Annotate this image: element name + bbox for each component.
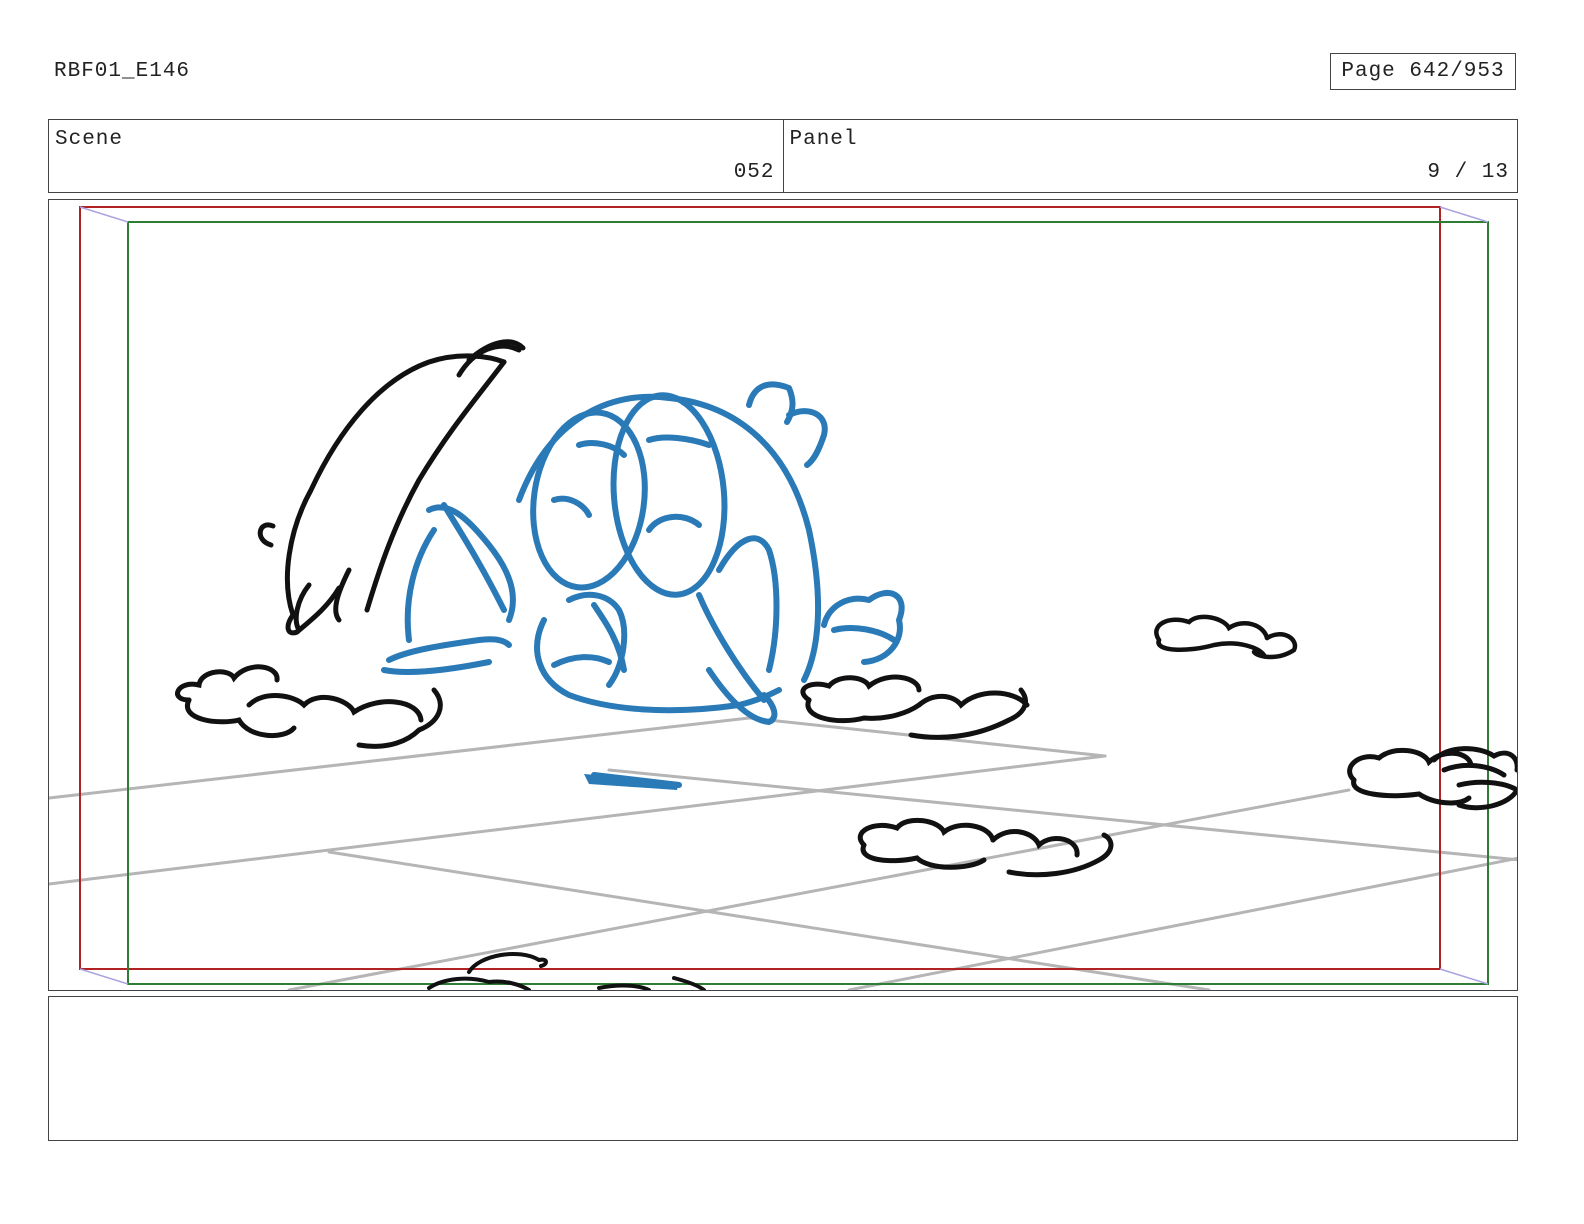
perspective-grid <box>49 716 1517 990</box>
dust-cloud <box>1347 746 1517 811</box>
panel-label: Panel <box>789 128 858 151</box>
scene-number: 052 <box>733 161 775 184</box>
camera-move-arrows <box>79 206 1489 985</box>
storyboard-panel <box>48 199 1518 991</box>
dust-cloud <box>1154 614 1298 660</box>
panel-number: 9 / 13 <box>1427 161 1509 184</box>
page-indicator: Page 642/953 <box>1330 53 1516 90</box>
panel-drawing <box>49 206 1517 990</box>
scene-cell: Scene 052 <box>49 120 783 192</box>
dust-cloud <box>857 817 1114 878</box>
document-id: RBF01_E146 <box>54 60 191 83</box>
panel-cell: Panel 9 / 13 <box>782 120 1518 192</box>
action-frame <box>127 221 1489 985</box>
flying-creature-sketch <box>257 339 526 636</box>
scene-panel-info: Scene 052 Panel 9 / 13 <box>48 119 1518 193</box>
panel-notes-box[interactable] <box>48 996 1518 1141</box>
dust-cloud <box>175 664 443 749</box>
scene-label: Scene <box>55 128 124 151</box>
